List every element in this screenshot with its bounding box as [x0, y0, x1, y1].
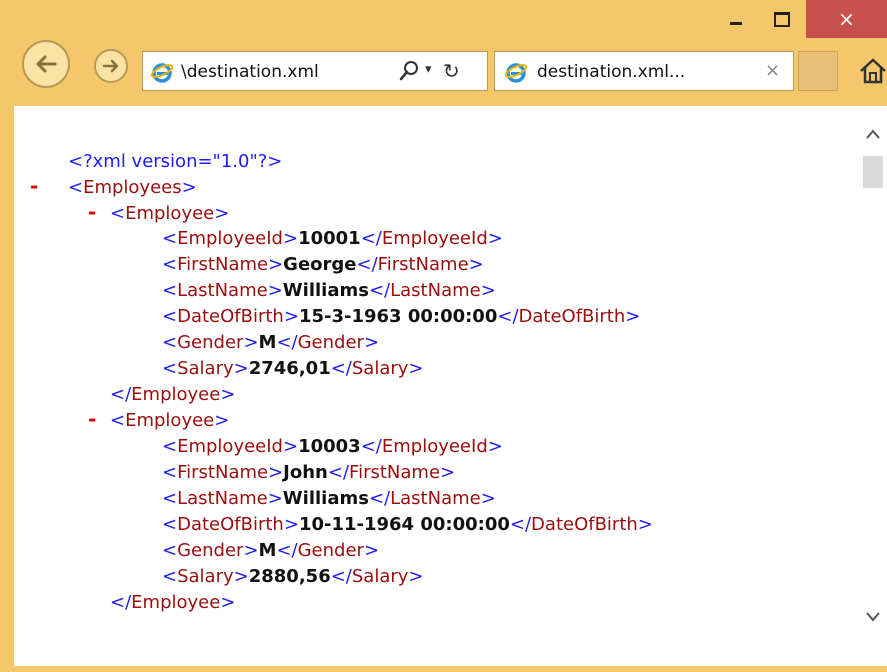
new-tab-button[interactable] [798, 51, 838, 91]
collapse-toggle[interactable]: - [88, 407, 96, 431]
collapse-toggle[interactable]: - [88, 200, 96, 224]
url-text: \destination.xml [181, 62, 319, 82]
minimize-button[interactable] [714, 0, 758, 38]
xml-field-row: <Gender>M</Gender> [162, 540, 380, 561]
xml-employee-open: <Employee> [110, 203, 230, 224]
ie-logo-icon [505, 63, 527, 83]
xml-field-row: <FirstName>George</FirstName> [162, 254, 484, 275]
xml-field-row: <FirstName>John</FirstName> [162, 462, 456, 483]
scrollbar-thumb[interactable] [863, 156, 883, 188]
forward-arrow-icon [102, 59, 119, 73]
xml-field-row: <DateOfBirth>10-11-1964 00:00:00</DateOf… [162, 514, 653, 535]
vertical-scrollbar[interactable] [859, 106, 887, 666]
xml-field-row: <Salary>2746,01</Salary> [162, 358, 424, 379]
tab-close-icon[interactable]: × [765, 60, 780, 81]
home-icon [860, 58, 886, 84]
xml-field-row: <Gender>M</Gender> [162, 332, 380, 353]
browser-tab[interactable]: destination.xml... × [494, 51, 794, 91]
maximize-button[interactable] [760, 0, 804, 38]
xml-field-row: <DateOfBirth>15-3-1963 00:00:00</DateOfB… [162, 306, 641, 327]
tab-title: destination.xml... [537, 62, 686, 82]
xml-field-row: <EmployeeId>10003</EmployeeId> [162, 436, 503, 457]
address-bar[interactable]: \destination.xml ▾ ↻ [142, 51, 488, 91]
scroll-up-icon[interactable] [865, 128, 881, 140]
xml-field-row: <EmployeeId>10001</EmployeeId> [162, 228, 503, 249]
title-bar: × [0, 0, 887, 42]
back-button[interactable] [22, 40, 70, 88]
close-button[interactable]: × [806, 0, 887, 38]
xml-field-row: <LastName>Williams</LastName> [162, 488, 496, 509]
maximize-icon [774, 11, 790, 27]
xml-employee-open: <Employee> [110, 410, 230, 431]
browser-window: × \destination.xml ▾ ↻ destination.xml..… [0, 0, 887, 672]
xml-employee-close: </Employee> [110, 592, 236, 613]
collapse-toggle[interactable]: - [30, 174, 38, 198]
ie-logo-icon [151, 63, 173, 83]
xml-field-row: <Salary>2880,56</Salary> [162, 566, 424, 587]
xml-employee-close: </Employee> [110, 384, 236, 405]
forward-button[interactable] [94, 49, 128, 83]
scroll-down-icon[interactable] [865, 611, 881, 623]
xml-root-open: <Employees> [68, 177, 197, 198]
chevron-down-icon[interactable]: ▾ [425, 62, 432, 77]
home-button[interactable] [858, 56, 887, 86]
xml-field-row: <LastName>Williams</LastName> [162, 280, 496, 301]
close-icon: × [838, 7, 855, 31]
minimize-icon [730, 21, 742, 25]
xml-declaration: <?xml version="1.0"?> [68, 151, 283, 172]
document-viewport: <?xml version="1.0"?> - <Employees> - <E… [14, 106, 859, 666]
refresh-icon[interactable]: ↻ [443, 59, 460, 83]
search-icon[interactable] [399, 60, 419, 82]
back-arrow-icon [36, 55, 57, 73]
